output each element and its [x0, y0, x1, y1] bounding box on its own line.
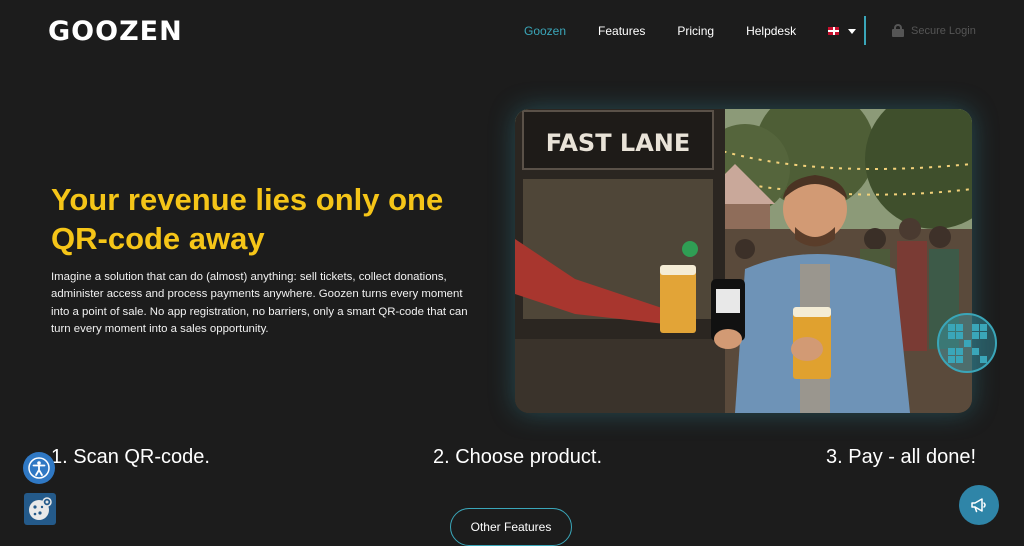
uk-flag-icon	[828, 27, 840, 35]
fast-lane-sign: FAST LANE	[546, 129, 691, 157]
announcements-button[interactable]	[959, 485, 999, 525]
accessibility-button[interactable]	[23, 452, 55, 484]
goozen-logo[interactable]: GOOZEN	[48, 16, 183, 47]
nav-item-helpdesk[interactable]: Helpdesk	[746, 24, 796, 38]
other-features-button[interactable]: Other Features	[450, 508, 572, 546]
nav-item-goozen[interactable]: Goozen	[524, 24, 566, 38]
megaphone-icon	[971, 498, 986, 513]
language-selector[interactable]	[828, 27, 857, 35]
lock-icon	[892, 24, 904, 37]
nav-item-pricing[interactable]: Pricing	[677, 24, 714, 38]
nav-item-features[interactable]: Features	[598, 24, 645, 38]
hero-image: FAST LANE	[515, 109, 972, 413]
cookie-settings-button[interactable]	[24, 493, 56, 525]
accessibility-icon	[28, 457, 50, 479]
main-nav: Goozen Features Pricing Helpdesk	[524, 24, 884, 38]
nav-divider	[864, 16, 866, 45]
hero-description: Imagine a solution that can do (almost) …	[51, 271, 468, 335]
secure-login-label: Secure Login	[911, 24, 976, 37]
secure-login-link[interactable]: Secure Login	[892, 24, 976, 37]
step-scan-qr: 1. Scan QR-code.	[51, 446, 210, 468]
hero-title: Your revenue lies only one QR-code away	[51, 182, 444, 256]
step-pay: 3. Pay - all done!	[826, 446, 977, 468]
step-choose-product: 2. Choose product.	[433, 446, 602, 468]
chevron-down-icon	[848, 28, 857, 34]
cookie-icon	[29, 497, 52, 520]
qr-code-icon	[937, 313, 997, 373]
